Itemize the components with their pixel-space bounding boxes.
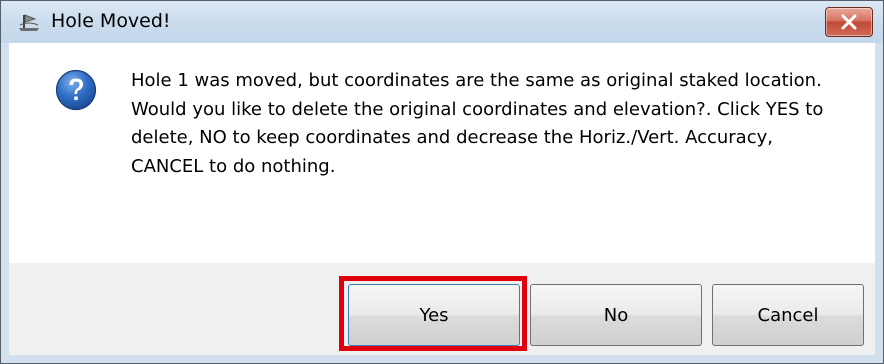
title-bar[interactable]: Hole Moved!	[1, 1, 883, 43]
cancel-button[interactable]: Cancel	[712, 284, 864, 346]
dialog-message: Hole 1 was moved, but coordinates are th…	[131, 70, 824, 177]
app-icon	[19, 14, 39, 31]
yes-button[interactable]: Yes	[348, 284, 520, 346]
question-icon	[55, 69, 97, 111]
dialog-title: Hole Moved!	[51, 10, 171, 32]
close-icon	[841, 14, 857, 30]
no-button[interactable]: No	[530, 284, 702, 346]
close-button[interactable]	[825, 7, 873, 37]
